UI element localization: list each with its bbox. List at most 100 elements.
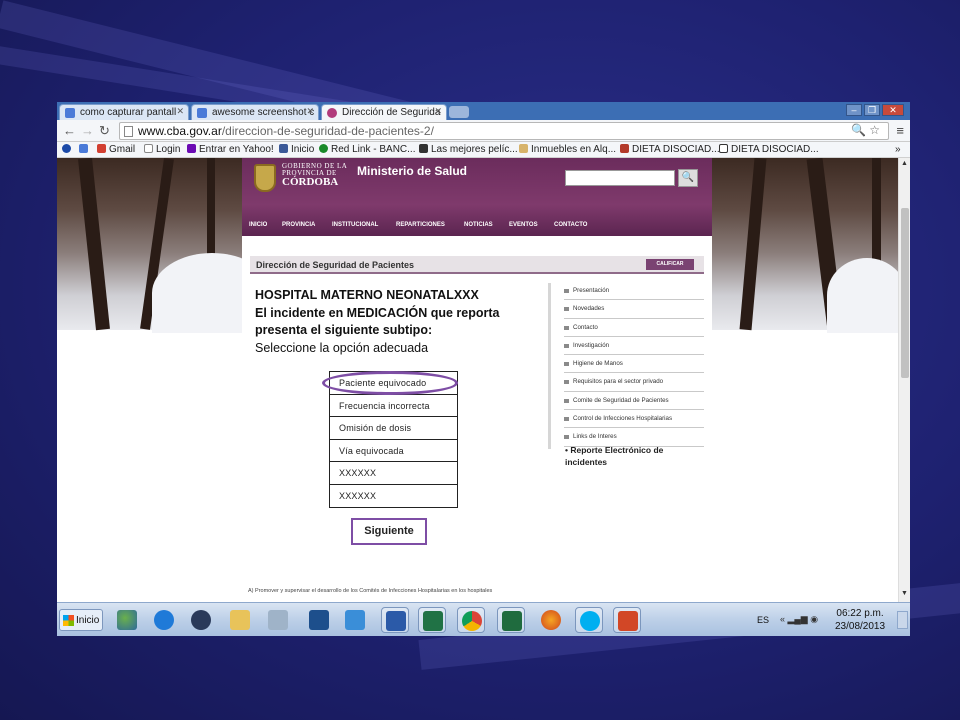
bookmark-inicio[interactable]: Inicio bbox=[279, 144, 314, 155]
nav-inicio[interactable]: INICIO bbox=[249, 222, 267, 228]
tab-2[interactable]: awesome screenshot c ✕ bbox=[191, 104, 319, 120]
page-footer-text: A) Promover y supervisar el desarrollo d… bbox=[248, 588, 493, 594]
report-incidents-link[interactable]: • Reporte Electrónico de incidentes bbox=[565, 444, 680, 468]
option-frecuencia-incorrecta[interactable]: Frecuencia incorrecta bbox=[330, 395, 457, 417]
chart-app-icon[interactable] bbox=[305, 607, 333, 633]
tab-label: awesome screenshot c bbox=[212, 107, 315, 118]
bookmark-dieta-2[interactable]: DIETA DISOCIAD... bbox=[719, 144, 819, 155]
section-title: Dirección de Seguridad de Pacientes bbox=[256, 260, 415, 270]
question-instruction: Seleccione la opción adecuada bbox=[255, 340, 429, 355]
scroll-down-icon[interactable]: ▼ bbox=[901, 590, 908, 597]
show-desktop-button[interactable] bbox=[897, 611, 908, 629]
google-icon bbox=[197, 108, 207, 118]
monitor-icon bbox=[719, 144, 728, 153]
skype-icon[interactable] bbox=[575, 607, 603, 633]
page-icon bbox=[124, 126, 133, 137]
internet-explorer-icon[interactable] bbox=[150, 607, 178, 633]
url-domain: www.cba.gov.ar bbox=[138, 124, 222, 138]
nav-reparticiones[interactable]: REPARTICIONES bbox=[396, 222, 445, 228]
nav-institucional[interactable]: INSTITUCIONAL bbox=[332, 222, 378, 228]
nav-noticias[interactable]: NOTICIAS bbox=[464, 222, 493, 228]
tree-trunk bbox=[739, 158, 767, 331]
screenshot: como capturar pantall ✕ awesome screensh… bbox=[57, 102, 910, 636]
tray-icons[interactable]: « ▂▄▆ ◉ bbox=[780, 614, 818, 625]
zoom-star-icons[interactable]: 🔍 ☆ bbox=[851, 123, 880, 137]
side-link-contacto[interactable]: Contacto bbox=[564, 319, 704, 337]
tab-1[interactable]: como capturar pantall ✕ bbox=[59, 104, 189, 120]
question-line1: El incidente en MEDICACIÓN que reporta bbox=[255, 305, 500, 320]
next-button[interactable]: Siguiente bbox=[351, 518, 427, 545]
firefox-icon[interactable] bbox=[537, 607, 565, 633]
close-icon[interactable]: ✕ bbox=[176, 106, 184, 117]
reload-icon[interactable]: ↻ bbox=[99, 123, 110, 139]
nav-eventos[interactable]: EVENTOS bbox=[509, 222, 538, 228]
snow-mound bbox=[827, 258, 898, 333]
site-search-input[interactable] bbox=[565, 170, 675, 186]
side-link-comite[interactable]: Comite de Seguridad de Pacientes bbox=[564, 392, 704, 411]
bookmark-gmail[interactable]: Gmail bbox=[97, 144, 135, 155]
language-indicator[interactable]: ES bbox=[757, 615, 769, 625]
close-icon[interactable]: ✕ bbox=[434, 106, 442, 117]
bookmark-login[interactable]: Login bbox=[144, 144, 180, 155]
nav-contacto[interactable]: CONTACTO bbox=[554, 222, 587, 228]
option-placeholder-2[interactable]: XXXXXX bbox=[330, 485, 457, 508]
start-button[interactable]: Inicio bbox=[59, 609, 103, 631]
powerpoint-icon[interactable] bbox=[613, 607, 641, 633]
scroll-up-icon[interactable]: ▲ bbox=[901, 160, 908, 167]
search-icon[interactable]: 🔍 bbox=[678, 169, 698, 187]
scroll-thumb[interactable] bbox=[901, 208, 909, 378]
bookmark-yahoo[interactable]: Entrar en Yahoo! bbox=[187, 144, 274, 155]
hp-icon[interactable] bbox=[187, 607, 215, 633]
side-link-control[interactable]: Control de Infecciones Hospitalarias bbox=[564, 410, 704, 429]
close-icon[interactable]: ✕ bbox=[306, 106, 314, 117]
calculator-icon[interactable] bbox=[264, 607, 292, 633]
bookmark-item[interactable] bbox=[62, 144, 74, 155]
forward-icon[interactable]: → bbox=[81, 123, 94, 138]
site-nav: INICIO PROVINCIA INSTITUCIONAL REPARTICI… bbox=[242, 218, 712, 234]
bookmark-peliculas[interactable]: Las mejores pelíc... bbox=[419, 144, 518, 155]
option-via-equivocada[interactable]: Vía equivocada bbox=[330, 440, 457, 462]
browser-toolbar: ← → ↻ www.cba.gov.ar/direccion-de-seguri… bbox=[57, 120, 910, 142]
menu-icon[interactable]: ≡ bbox=[896, 123, 904, 138]
address-bar[interactable]: www.cba.gov.ar/direccion-de-seguridad-de… bbox=[119, 122, 889, 140]
gov-header: GOBIERNO DE LA PROVINCIA DE CÓRDOBA Mini… bbox=[242, 158, 712, 236]
close-window-icon[interactable]: ✕ bbox=[882, 104, 904, 116]
back-icon[interactable]: ← bbox=[63, 123, 76, 138]
tab-3-active[interactable]: Dirección de Segurida ✕ bbox=[321, 104, 447, 120]
option-omision-dosis[interactable]: Omisión de dosis bbox=[330, 417, 457, 440]
question-line2: presenta el siguiente subtipo: bbox=[255, 323, 433, 338]
word-icon[interactable] bbox=[381, 607, 409, 633]
bookmarks-more[interactable]: » bbox=[895, 144, 901, 155]
clock[interactable]: 06:22 p.m. 23/08/2013 bbox=[835, 607, 885, 633]
diet-icon bbox=[620, 144, 629, 153]
excel-file-icon[interactable] bbox=[497, 607, 525, 633]
side-link-novedades[interactable]: Novedades bbox=[564, 300, 704, 319]
bookmark-item[interactable] bbox=[79, 144, 91, 155]
option-placeholder-1[interactable]: XXXXXX bbox=[330, 462, 457, 485]
house-icon bbox=[519, 144, 528, 153]
column-divider bbox=[548, 283, 551, 449]
nav-provincia[interactable]: PROVINCIA bbox=[282, 222, 315, 228]
side-link-higiene[interactable]: Higiene de Manos bbox=[564, 355, 704, 374]
cordoba-crest-icon bbox=[254, 164, 276, 192]
chrome-icon[interactable] bbox=[457, 607, 485, 633]
gov-logo-text: GOBIERNO DE LA PROVINCIA DE CÓRDOBA bbox=[282, 163, 347, 188]
bookmark-redlink[interactable]: Red Link - BANC... bbox=[319, 144, 415, 155]
folder-icon[interactable] bbox=[226, 607, 254, 633]
page-icon bbox=[144, 144, 153, 153]
restore-icon[interactable]: ❐ bbox=[864, 104, 880, 116]
calificar-button[interactable]: CALIFICAR bbox=[646, 259, 694, 270]
side-link-presentacion[interactable]: Presentación bbox=[564, 282, 704, 301]
bookmark-inmuebles[interactable]: Inmuebles en Alq... bbox=[519, 144, 616, 155]
excel-icon[interactable] bbox=[418, 607, 446, 633]
side-link-investigacion[interactable]: Investigación bbox=[564, 337, 704, 356]
media-player-icon[interactable] bbox=[341, 607, 369, 633]
users-icon[interactable] bbox=[113, 607, 141, 633]
bookmark-dieta-1[interactable]: DIETA DISOCIAD... bbox=[620, 144, 720, 155]
new-tab-button[interactable] bbox=[449, 106, 469, 118]
minimize-icon[interactable]: – bbox=[846, 104, 862, 116]
page-scrollbar[interactable]: ▲ ▼ bbox=[898, 158, 910, 602]
taskbar: Inicio ES « ▂▄▆ ◉ 06:22 p.m. 23/08/2013 bbox=[57, 602, 910, 636]
google-icon bbox=[65, 108, 75, 118]
side-link-requisitos[interactable]: Requisitos para el sector privado bbox=[564, 373, 704, 392]
